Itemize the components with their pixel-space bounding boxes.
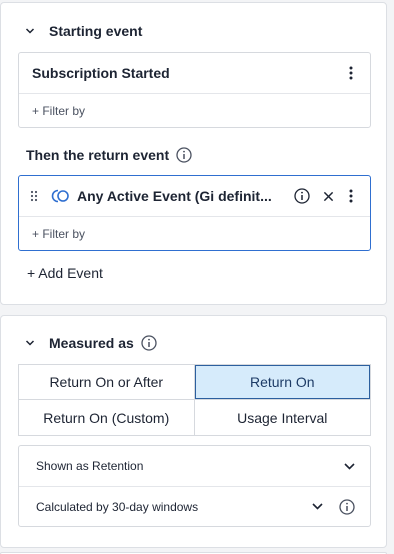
shown-as-label: Shown as Retention [36,459,144,473]
starting-event-name[interactable]: Subscription Started [32,65,344,81]
chevron-down-icon[interactable] [21,22,39,40]
starting-event-header[interactable]: Starting event [21,22,142,40]
drag-handle-icon[interactable] [27,188,41,204]
starting-event-card: Subscription Started + Filter by [18,52,371,128]
info-icon[interactable] [175,146,193,164]
more-vertical-icon[interactable] [344,186,358,206]
chevron-down-icon[interactable] [21,334,39,352]
measured-as-panel: Measured as Return On or After Return On… [0,315,387,548]
chevron-down-icon [342,459,356,473]
event-panel: Starting event Subscription Started + Fi… [0,2,387,305]
option-return-on-custom[interactable]: Return On (Custom) [19,400,195,435]
info-icon[interactable] [140,334,158,352]
starting-event-filter-button[interactable]: + Filter by [19,94,370,127]
option-return-on[interactable]: Return On [194,365,370,400]
return-event-filter-button[interactable]: + Filter by [19,217,370,250]
option-usage-interval[interactable]: Usage Interval [195,400,371,435]
measurement-segmented-control: Return On or After Return On Return On (… [18,364,371,436]
add-event-button[interactable]: + Add Event [27,265,103,281]
measurement-settings: Shown as Retention Calculated by 30-day … [18,445,371,527]
calculated-by-dropdown[interactable]: Calculated by 30-day windows [19,486,370,526]
info-icon[interactable] [338,498,356,516]
measured-as-header[interactable]: Measured as [21,334,158,352]
return-event-heading: Then the return event [26,146,193,164]
option-return-on-or-after[interactable]: Return On or After [19,365,195,400]
measured-as-title: Measured as [49,335,134,351]
custom-event-icon [51,189,71,203]
close-icon[interactable] [318,186,338,206]
calculated-by-label: Calculated by 30-day windows [36,499,199,514]
shown-as-dropdown[interactable]: Shown as Retention [19,446,370,486]
starting-event-title: Starting event [49,23,143,39]
chevron-down-icon [310,500,324,514]
return-event-card: Any Active Event (Gi definit... + Filter… [18,175,371,251]
info-icon[interactable] [292,186,312,206]
more-vertical-icon[interactable] [344,63,358,83]
return-event-title: Then the return event [26,147,170,163]
return-event-name[interactable]: Any Active Event (Gi definit... [77,188,286,204]
